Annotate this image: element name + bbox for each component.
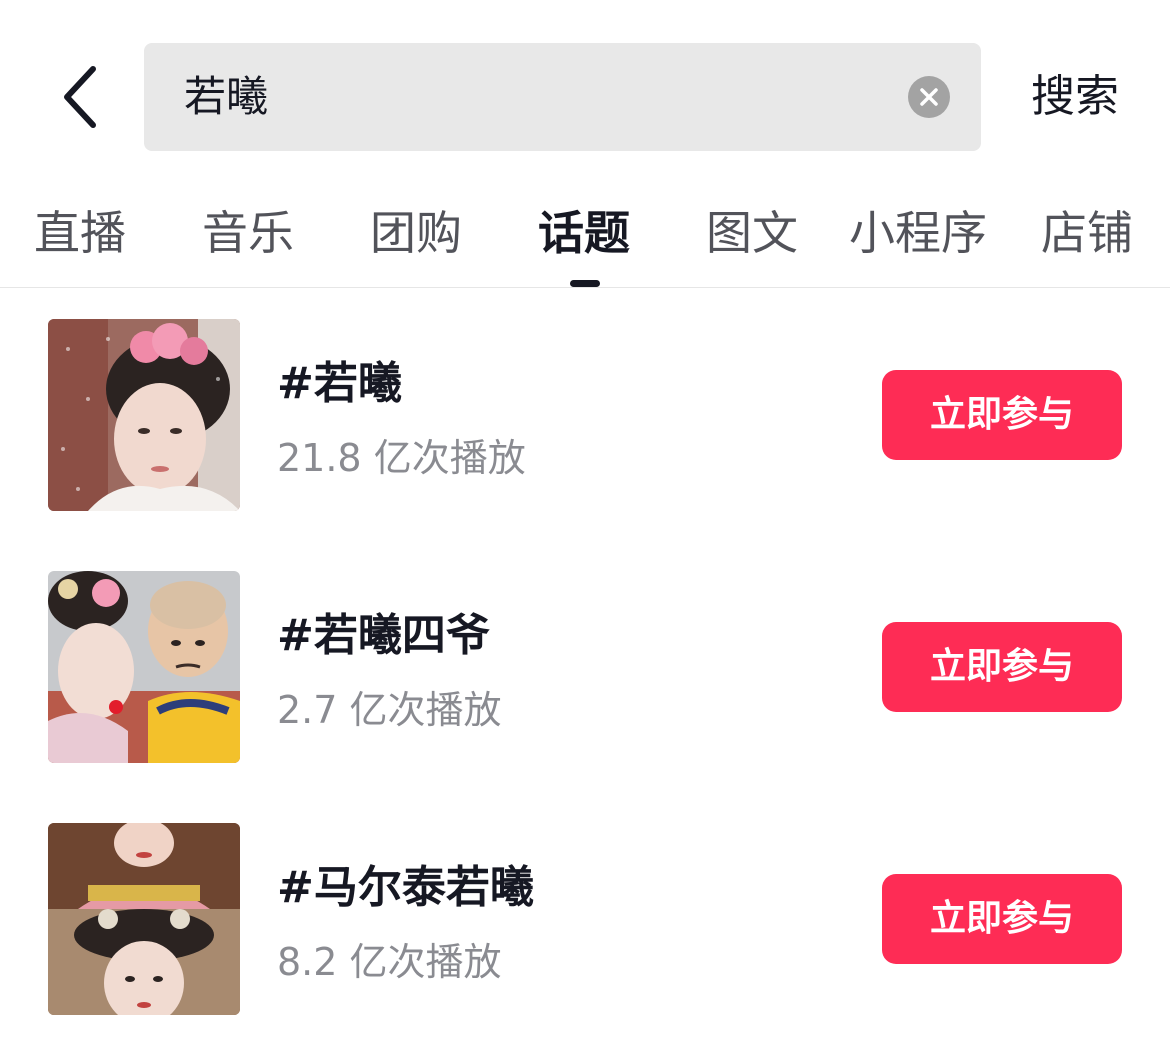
join-topic-button[interactable]: 立即参与 xyxy=(882,622,1122,712)
tab-topics[interactable]: 话题 xyxy=(538,198,630,268)
topic-play-count: 2.7 亿次播放 xyxy=(277,688,502,732)
tab-live[interactable]: 直播 xyxy=(34,198,126,268)
search-query-text: 若曦 xyxy=(184,72,269,121)
topic-play-count: 8.2 亿次播放 xyxy=(277,940,502,984)
tab-mini-program[interactable]: 小程序 xyxy=(849,198,987,268)
search-submit-button[interactable]: 搜索 xyxy=(1025,43,1125,151)
topic-title: #马尔泰若曦 xyxy=(277,862,534,913)
clear-search-button[interactable] xyxy=(908,76,950,118)
topic-thumbnail xyxy=(48,319,240,511)
chevron-left-icon xyxy=(64,66,96,128)
topic-list-item[interactable]: #若曦四爷 2.7 亿次播放 立即参与 xyxy=(0,571,1170,763)
back-button[interactable] xyxy=(52,62,106,132)
category-tabs: 直播 音乐 团购 话题 图文 小程序 店铺 xyxy=(0,180,1170,288)
tab-image-text[interactable]: 图文 xyxy=(706,198,798,268)
topic-play-count: 21.8 亿次播放 xyxy=(277,436,526,480)
tab-group-buy[interactable]: 团购 xyxy=(370,198,462,268)
join-topic-button[interactable]: 立即参与 xyxy=(882,874,1122,964)
topic-thumbnail xyxy=(48,823,240,1015)
active-tab-indicator xyxy=(570,280,600,287)
tab-store[interactable]: 店铺 xyxy=(1041,198,1133,268)
topic-list-item[interactable]: #马尔泰若曦 8.2 亿次播放 立即参与 xyxy=(0,823,1170,1015)
search-header: 若曦 搜索 xyxy=(0,0,1170,180)
topic-thumbnail xyxy=(48,571,240,763)
search-input[interactable]: 若曦 xyxy=(144,43,981,151)
join-topic-button[interactable]: 立即参与 xyxy=(882,370,1122,460)
tab-music[interactable]: 音乐 xyxy=(202,198,294,268)
clear-circle-icon xyxy=(920,88,938,106)
topic-list-item[interactable]: #若曦 21.8 亿次播放 立即参与 xyxy=(0,319,1170,511)
topic-title: #若曦 xyxy=(277,358,402,409)
topic-title: #若曦四爷 xyxy=(277,610,490,661)
